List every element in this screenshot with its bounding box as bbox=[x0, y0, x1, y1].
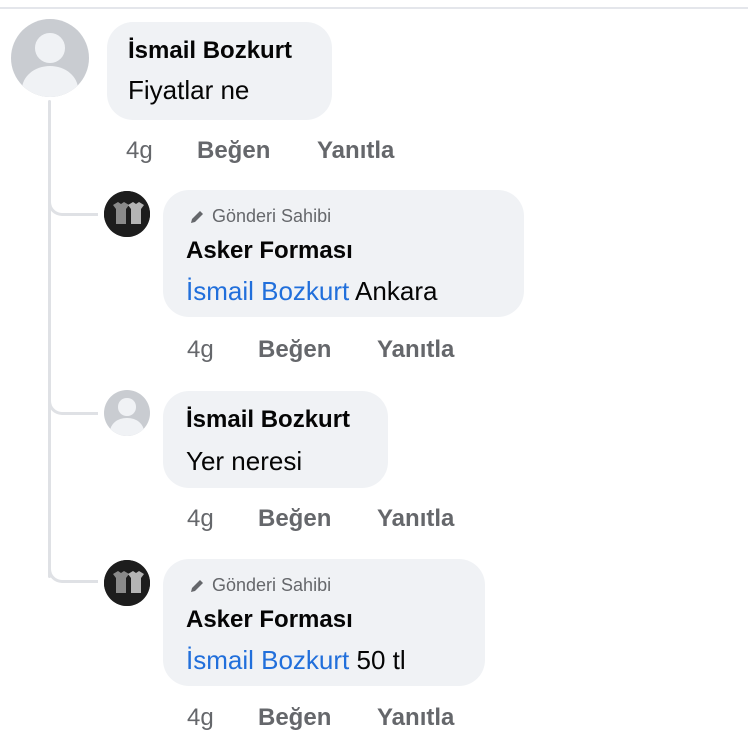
comment-time[interactable]: 4g bbox=[187, 505, 214, 533]
pencil-icon bbox=[191, 579, 203, 592]
comment-actions: 4g Beğen Yanıtla bbox=[187, 505, 487, 535]
mention-link[interactable]: İsmail Bozkurt bbox=[186, 276, 349, 306]
comment-time[interactable]: 4g bbox=[187, 704, 214, 732]
badge-label: Gönderi Sahibi bbox=[212, 206, 332, 226]
comment-author[interactable]: İsmail Bozkurt bbox=[186, 406, 350, 434]
jersey-logo-icon bbox=[104, 560, 150, 606]
pencil-icon bbox=[191, 210, 203, 223]
like-button[interactable]: Beğen bbox=[258, 505, 331, 533]
comment-bubble: Gönderi Sahibi Asker Forması İsmail Bozk… bbox=[163, 190, 524, 317]
reply-connector bbox=[48, 196, 98, 216]
comment-actions: 4g Beğen Yanıtla bbox=[126, 137, 426, 167]
mention-link[interactable]: İsmail Bozkurt bbox=[186, 645, 349, 675]
reply-button[interactable]: Yanıtla bbox=[317, 137, 394, 165]
comment-actions: 4g Beğen Yanıtla bbox=[187, 704, 487, 734]
comment-text: İsmail Bozkurt Ankara bbox=[186, 276, 438, 306]
reply-connector bbox=[48, 563, 98, 583]
thread-line bbox=[48, 100, 51, 578]
author-badge: Gönderi Sahibi bbox=[188, 206, 331, 227]
comment-actions: 4g Beğen Yanıtla bbox=[187, 336, 487, 366]
comment-time[interactable]: 4g bbox=[187, 336, 214, 364]
author-badge: Gönderi Sahibi bbox=[188, 575, 331, 596]
comment-bubble: İsmail Bozkurt Fiyatlar ne bbox=[107, 22, 332, 120]
comment-author[interactable]: İsmail Bozkurt bbox=[128, 37, 292, 65]
badge-label: Gönderi Sahibi bbox=[212, 575, 332, 595]
comment-author[interactable]: Asker Forması bbox=[186, 237, 353, 265]
comment-text: Yer neresi bbox=[186, 446, 303, 476]
like-button[interactable]: Beğen bbox=[258, 704, 331, 732]
comment-text: İsmail Bozkurt 50 tl bbox=[186, 645, 406, 675]
comment-bubble: Gönderi Sahibi Asker Forması İsmail Bozk… bbox=[163, 559, 485, 686]
top-divider bbox=[0, 7, 748, 9]
avatar[interactable] bbox=[11, 19, 89, 97]
avatar[interactable] bbox=[104, 390, 150, 436]
default-profile-icon bbox=[35, 33, 65, 63]
default-profile-icon bbox=[118, 398, 136, 416]
jersey-logo-icon bbox=[104, 191, 150, 237]
reply-button[interactable]: Yanıtla bbox=[377, 704, 454, 732]
comment-time[interactable]: 4g bbox=[126, 137, 153, 165]
comment-bubble: İsmail Bozkurt Yer neresi bbox=[163, 391, 388, 488]
comment-text: Fiyatlar ne bbox=[128, 75, 250, 105]
reply-connector bbox=[48, 395, 98, 415]
page-avatar[interactable] bbox=[104, 560, 150, 606]
reply-button[interactable]: Yanıtla bbox=[377, 336, 454, 364]
page-avatar[interactable] bbox=[104, 191, 150, 237]
comment-author[interactable]: Asker Forması bbox=[186, 606, 353, 634]
like-button[interactable]: Beğen bbox=[197, 137, 270, 165]
like-button[interactable]: Beğen bbox=[258, 336, 331, 364]
reply-button[interactable]: Yanıtla bbox=[377, 505, 454, 533]
